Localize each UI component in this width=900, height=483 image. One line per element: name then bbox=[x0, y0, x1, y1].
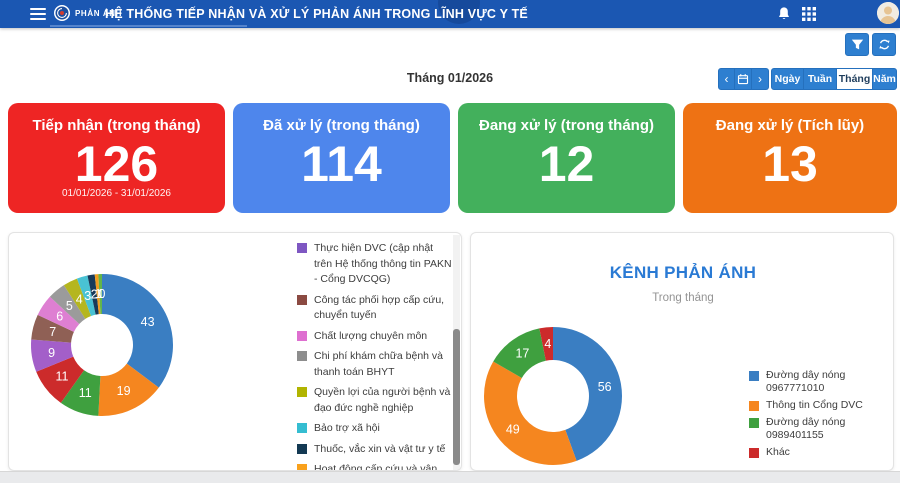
legend-label: Hoạt động cấp cứu và vận chuyển người bệ… bbox=[314, 462, 453, 471]
legend-swatch bbox=[297, 464, 307, 471]
legend-label: Thông tin Cổng DVC bbox=[766, 399, 863, 412]
bell-icon[interactable] bbox=[776, 6, 792, 22]
legend-item[interactable]: Đường dây nóng 0989401155 bbox=[749, 416, 893, 442]
stat-card-received: Tiếp nhận (trong tháng) 126 01/01/2026 -… bbox=[8, 103, 225, 213]
view-button-month[interactable]: Tháng bbox=[837, 68, 873, 90]
horizontal-scrollbar[interactable] bbox=[0, 471, 900, 483]
slice-value-label: 49 bbox=[506, 423, 520, 437]
legend-label: Công tác phối hợp cấp cứu, chuyển tuyến bbox=[314, 293, 453, 324]
stat-title: Đã xử lý (trong tháng) bbox=[263, 117, 420, 134]
calendar-button[interactable] bbox=[735, 68, 752, 90]
next-period-button[interactable]: › bbox=[752, 68, 769, 90]
slice-value-label: 7 bbox=[49, 325, 56, 339]
view-button-day[interactable]: Ngày bbox=[771, 68, 804, 90]
view-button-week[interactable]: Tuần bbox=[804, 68, 837, 90]
legend-label: Thuốc, vắc xin và vật tư y tế bbox=[314, 442, 445, 458]
legend-swatch bbox=[297, 387, 307, 397]
page-title: HỆ THỐNG TIẾP NHẬN VÀ XỬ LÝ PHẢN ÁNH TRO… bbox=[105, 0, 528, 28]
legend-label: Chất lượng chuyên môn bbox=[314, 329, 427, 345]
stat-card-processing-total: Đang xử lý (Tích lũy) 13 bbox=[683, 103, 897, 213]
legend-item[interactable]: Quyền lợi của người bệnh và đạo đức nghề… bbox=[297, 385, 453, 416]
dashboard-page: PHẢN ÁNH HỆ THỐNG TIẾP NHẬN VÀ XỬ LÝ PHẢ… bbox=[0, 0, 900, 483]
slice-value-label: 0 bbox=[99, 287, 106, 301]
legend-item[interactable]: Chi phí khám chữa bệnh và thanh toán BHY… bbox=[297, 349, 453, 380]
stat-title: Tiếp nhận (trong tháng) bbox=[32, 117, 200, 134]
legend-scrollbar-thumb[interactable] bbox=[453, 329, 460, 465]
legend-label: Thực hiện DVC (cập nhật trên Hệ thống th… bbox=[314, 241, 453, 288]
legend-item[interactable]: Đường dây nóng 0967771010 bbox=[749, 369, 893, 395]
legend-swatch bbox=[749, 418, 759, 428]
app-logo-icon bbox=[54, 5, 70, 21]
slice-value-label: 4 bbox=[76, 292, 83, 306]
stat-date-range: 01/01/2026 - 31/01/2026 bbox=[62, 188, 171, 199]
slice-value-label: 17 bbox=[515, 346, 529, 360]
slice-value-label: 9 bbox=[48, 346, 55, 360]
slice-value-label: 43 bbox=[141, 315, 155, 329]
stat-value: 114 bbox=[301, 136, 382, 192]
slice-value-label: 6 bbox=[56, 310, 63, 324]
stat-title: Đang xử lý (trong tháng) bbox=[479, 117, 654, 134]
legend-swatch bbox=[297, 295, 307, 305]
legend-swatch bbox=[297, 243, 307, 253]
legend-item[interactable]: Thực hiện DVC (cập nhật trên Hệ thống th… bbox=[297, 241, 453, 288]
navbar: PHẢN ÁNH HỆ THỐNG TIẾP NHẬN VÀ XỬ LÝ PHẢ… bbox=[0, 0, 900, 28]
channel-legend: Đường dây nóng 0967771010 Thông tin Cổng … bbox=[749, 369, 893, 459]
legend-swatch bbox=[297, 444, 307, 454]
legend-item[interactable]: Hoạt động cấp cứu và vận chuyển người bệ… bbox=[297, 462, 453, 471]
user-avatar[interactable] bbox=[877, 2, 899, 24]
donut-slice[interactable] bbox=[102, 274, 173, 388]
category-chart-panel: 431911119765432110 Thực hiện DVC (cập nh… bbox=[8, 232, 462, 471]
legend-item[interactable]: Công tác phối hợp cấp cứu, chuyển tuyến bbox=[297, 293, 453, 324]
stat-value: 13 bbox=[762, 136, 818, 192]
legend-label: Chi phí khám chữa bệnh và thanh toán BHY… bbox=[314, 349, 453, 380]
legend-label: Đường dây nóng 0989401155 bbox=[766, 416, 893, 442]
legend-swatch bbox=[749, 401, 759, 411]
stat-card-processed: Đã xử lý (trong tháng) 114 bbox=[233, 103, 450, 213]
legend-item[interactable]: Bảo trợ xã hội bbox=[297, 421, 453, 437]
channel-donut-chart[interactable]: 56 49 17 4 bbox=[471, 233, 761, 471]
channel-chart-panel: KÊNH PHẢN ÁNH Trong tháng 5649174 Đường … bbox=[470, 232, 894, 471]
legend-swatch bbox=[749, 371, 759, 381]
slice-value-label: 4 bbox=[544, 337, 551, 351]
legend-label: Khác bbox=[766, 446, 790, 459]
calendar-icon bbox=[737, 73, 749, 85]
slice-value-label: 19 bbox=[117, 384, 131, 398]
prev-period-button[interactable]: ‹ bbox=[718, 68, 735, 90]
date-navigation: ‹ › bbox=[718, 68, 769, 90]
legend-swatch bbox=[297, 351, 307, 361]
category-donut-chart[interactable]: 431911119765432110 bbox=[9, 233, 299, 471]
legend-label: Đường dây nóng 0967771010 bbox=[766, 369, 893, 395]
legend-item[interactable]: Thông tin Cổng DVC bbox=[749, 399, 893, 412]
legend-swatch bbox=[749, 448, 759, 458]
slice-value-label: 5 bbox=[66, 299, 73, 313]
stat-value: 12 bbox=[539, 136, 595, 192]
legend-item[interactable]: Thuốc, vắc xin và vật tư y tế bbox=[297, 442, 453, 458]
funnel-icon bbox=[851, 38, 864, 51]
category-legend: Thực hiện DVC (cập nhật trên Hệ thống th… bbox=[297, 241, 453, 471]
stat-value: 126 bbox=[75, 136, 158, 192]
filter-button[interactable] bbox=[845, 33, 869, 56]
slice-value-label: 11 bbox=[56, 370, 69, 384]
legend-swatch bbox=[297, 423, 307, 433]
legend-label: Bảo trợ xã hội bbox=[314, 421, 380, 437]
donut-slice[interactable] bbox=[484, 362, 577, 466]
legend-swatch bbox=[297, 331, 307, 341]
slice-value-label: 56 bbox=[598, 380, 612, 394]
legend-label: Quyền lợi của người bệnh và đạo đức nghề… bbox=[314, 385, 453, 416]
view-switcher: NgàyTuầnThángNăm bbox=[771, 68, 897, 90]
legend-item[interactable]: Khác bbox=[749, 446, 893, 459]
view-button-year[interactable]: Năm bbox=[873, 68, 897, 90]
stat-title: Đang xử lý (Tích lũy) bbox=[716, 117, 864, 134]
apps-grid-icon[interactable] bbox=[802, 7, 816, 21]
slice-value-label: 11 bbox=[79, 386, 92, 400]
menu-icon[interactable] bbox=[30, 8, 46, 20]
legend-item[interactable]: Chất lượng chuyên môn bbox=[297, 329, 453, 345]
refresh-button[interactable] bbox=[872, 33, 896, 56]
refresh-icon bbox=[878, 38, 891, 51]
stat-card-processing-month: Đang xử lý (trong tháng) 12 bbox=[458, 103, 675, 213]
